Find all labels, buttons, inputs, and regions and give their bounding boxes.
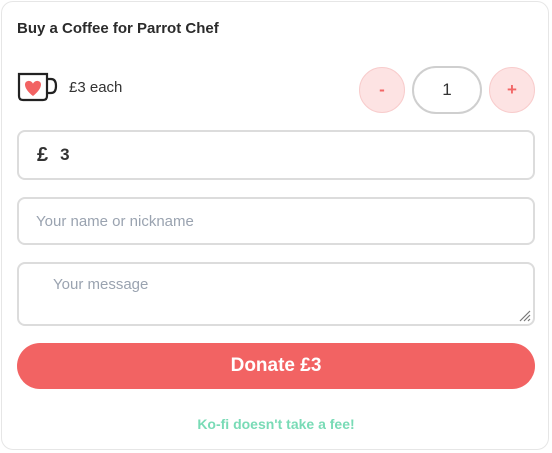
price-per-coffee: £3 each bbox=[69, 78, 123, 96]
quantity-stepper: - 1 + bbox=[359, 66, 535, 114]
price-row: £3 each bbox=[17, 72, 122, 102]
resize-handle-icon[interactable] bbox=[517, 308, 531, 322]
widget-title: Buy a Coffee for Parrot Chef bbox=[17, 20, 219, 37]
currency-symbol: £ bbox=[37, 143, 49, 166]
quantity-input[interactable]: 1 bbox=[412, 66, 482, 114]
increment-button[interactable]: + bbox=[489, 67, 535, 113]
coffee-mug-heart-icon bbox=[17, 72, 58, 102]
donate-button[interactable]: Donate £3 bbox=[17, 343, 535, 389]
message-textarea[interactable]: Your message bbox=[17, 262, 535, 326]
amount-field[interactable]: £ 3 bbox=[17, 130, 535, 180]
decrement-button[interactable]: - bbox=[359, 67, 405, 113]
message-placeholder: Your message bbox=[53, 276, 149, 293]
fee-note: Ko-fi doesn't take a fee! bbox=[197, 416, 355, 432]
amount-value: 3 bbox=[60, 145, 70, 164]
name-placeholder: Your name or nickname bbox=[36, 212, 194, 230]
name-input[interactable]: Your name or nickname bbox=[17, 197, 535, 245]
